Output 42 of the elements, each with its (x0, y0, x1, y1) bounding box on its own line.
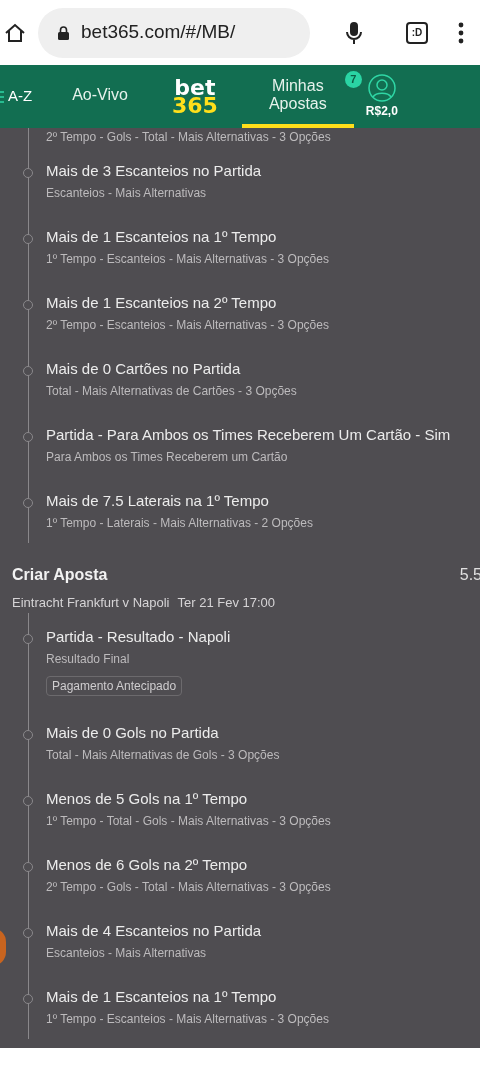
selection-title: Menos de 6 Gols na 2º Tempo (46, 854, 249, 875)
account-button[interactable]: R$2,0 (365, 73, 398, 120)
selection-title: Mais de 4 Escanteios no Partida (46, 920, 263, 941)
match-name: Eintracht Frankfurt v Napoli (12, 594, 170, 612)
selection-market: 2º Tempo - Gols - Total - Mais Alternativas - 3 Opções (46, 129, 332, 145)
selection-market: 1º Tempo - Escanteios - Mais Alternativas - 3 Opções (46, 1010, 330, 1027)
more-icon[interactable] (458, 21, 464, 44)
selection-market: 2º Tempo - Escanteios - Mais Alternativas - 3 Opções (46, 317, 330, 333)
early-payout-tag: Pagamento Antecipado (46, 675, 183, 696)
bet365-logo[interactable]: bet 365 (159, 78, 230, 115)
selection-market: 1º Tempo - Laterais - Mais Alternativas - 2 Opções (46, 515, 314, 531)
nav-link[interactable]: Ao-Vivo (52, 65, 148, 128)
selection-title: Mais de 7.5 Laterais na 1º Tempo (46, 491, 270, 511)
selection-market: Resultado Final (46, 650, 131, 667)
selection-title: Mais de 1 Escanteios na 2º Tempo (46, 293, 278, 313)
selection-market: Escanteios - Mais Alternativas (46, 944, 208, 961)
selection-title: Mais de 0 Cartões no Partida (46, 359, 242, 379)
selection-market: Total - Mais Alternativas de Cartões - 3 Opções (46, 383, 298, 399)
lock-icon (58, 25, 69, 40)
selection-title: Partida - Para Ambos os Times Receberem Um Cartão - Sim (46, 425, 452, 445)
count-badge: 7 (344, 71, 362, 88)
match-date: Ter 21 Fev 17:00 (177, 594, 276, 612)
home-icon[interactable] (4, 21, 26, 44)
selection-market: Para Ambos os Times Receberem um Cartão (46, 449, 289, 465)
selection-title: Mais de 0 Gols no Partida (46, 722, 220, 743)
selection-title: Menos de 5 Gols na 1º Tempo (46, 788, 249, 809)
selection-title: Mais de 3 Escanteios no Partida (46, 161, 263, 181)
selection-market: 1º Tempo - Total - Gols - Mais Alternativas - 3 Opções (46, 812, 332, 829)
microphone-icon[interactable] (346, 20, 362, 45)
bet-heading: Criar Aposta (12, 565, 108, 585)
menu-link[interactable]: A-Z (0, 65, 41, 128)
selection-title: Mais de 1 Escanteios na 1º Tempo (46, 986, 278, 1007)
selection-market: 1º Tempo - Escanteios - Mais Alternativas - 3 Opções (46, 251, 330, 267)
selection-title: Partida - Resultado - Napoli (46, 626, 232, 647)
user-icon (367, 73, 396, 102)
url-text: bet365.com/#/MB/ (81, 20, 236, 45)
address-bar[interactable]: bet365.com/#/MB/ (38, 7, 310, 58)
tabs-button[interactable]: :D (406, 21, 428, 44)
selection-market: 2º Tempo - Gols - Total - Mais Alternativas - 3 Opções (46, 878, 332, 895)
selection-market: Escanteios - Mais Alternativas (46, 185, 208, 201)
selection-title: Mais de 1 Escanteios na 1º Tempo (46, 227, 278, 247)
selection-market: Total - Mais Alternativas de Gols - 3 Opções (46, 746, 281, 763)
